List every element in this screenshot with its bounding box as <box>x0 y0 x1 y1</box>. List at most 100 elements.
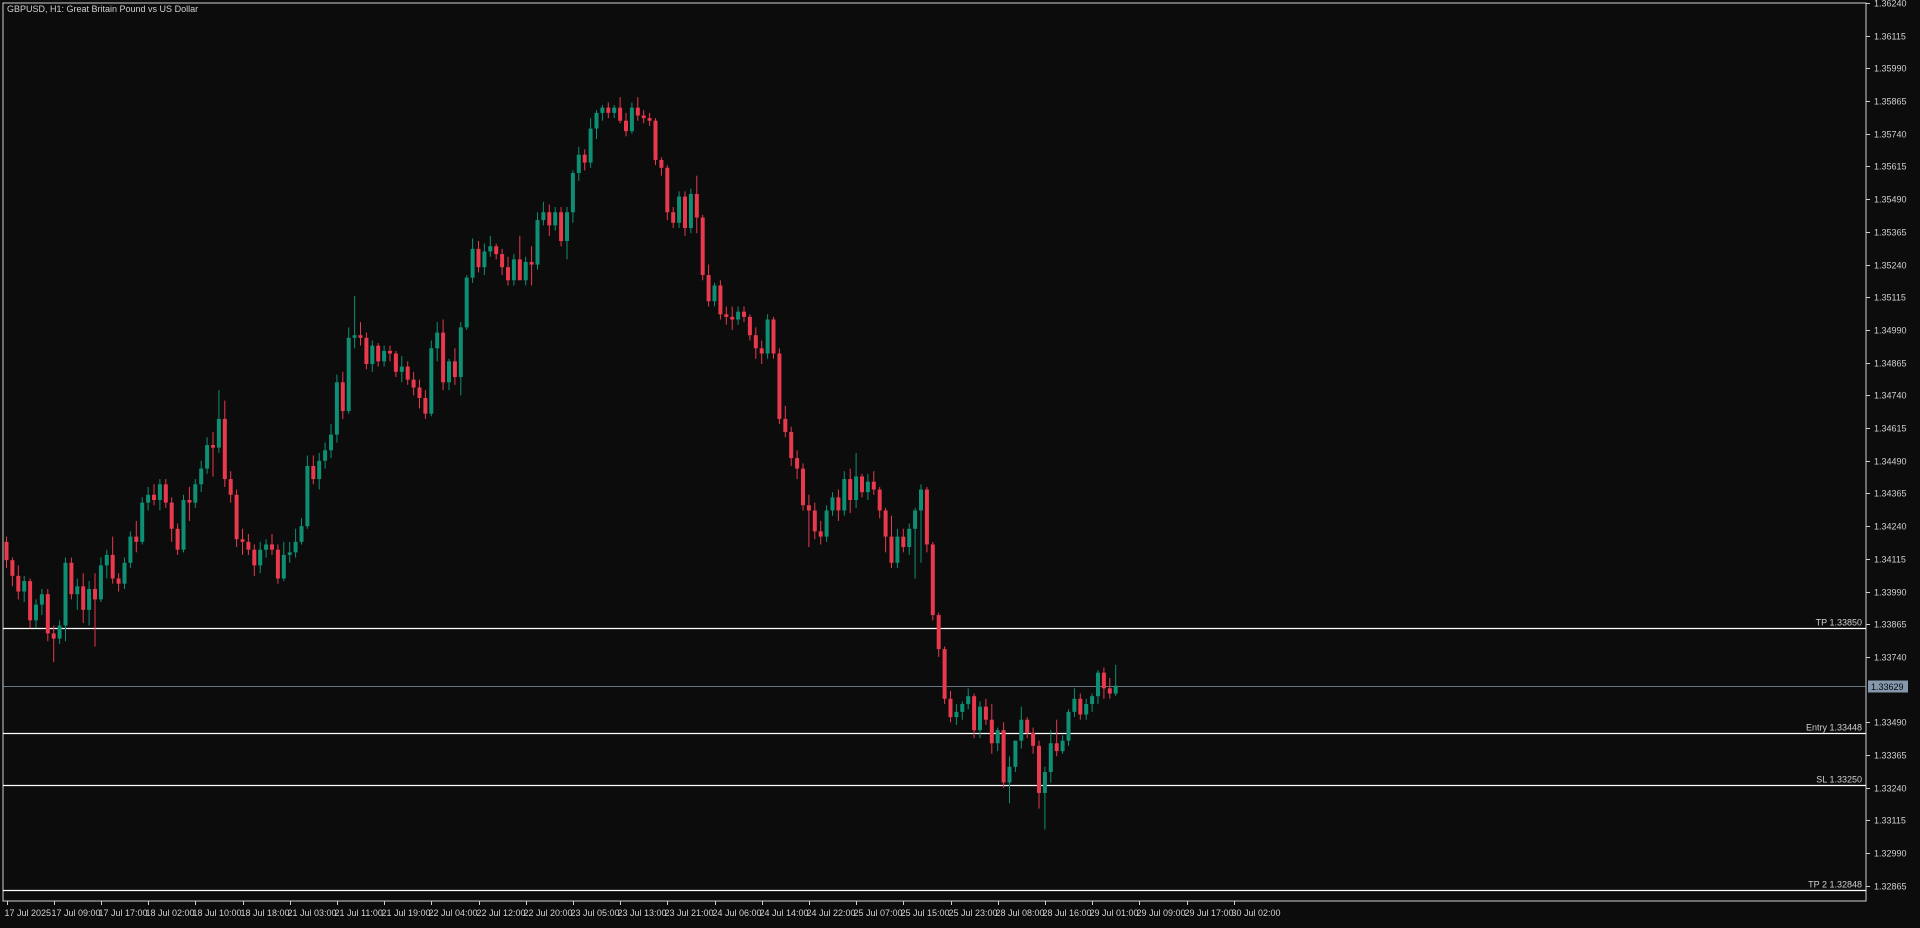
y-tick-label: 1.35490 <box>1874 195 1907 205</box>
plot-frame <box>2 2 1867 902</box>
candle-body <box>812 510 817 532</box>
candle-body <box>694 193 699 218</box>
candle-body <box>1007 766 1012 783</box>
candle-body <box>152 494 156 500</box>
y-tick-label: 1.34740 <box>1874 391 1907 401</box>
candle-body <box>523 261 528 281</box>
candle-body <box>1037 745 1041 793</box>
candle <box>81 573 86 623</box>
candle-body <box>45 594 50 634</box>
candle <box>441 319 446 391</box>
candle <box>93 573 97 647</box>
candle <box>712 282 717 307</box>
candle <box>146 486 151 511</box>
candle-body <box>653 120 658 160</box>
chart-window[interactable]: TP 1.33850 Entry 1.33448 SL 1.33250 TP 2 1.… <box>0 0 1920 923</box>
x-tick-label: 29 Jul 01:00 <box>1090 908 1139 918</box>
candle-body <box>989 719 994 744</box>
candle-body <box>747 316 752 336</box>
candle <box>87 581 92 626</box>
candle-body <box>163 484 168 503</box>
candle-body <box>169 502 174 529</box>
candle-body <box>765 319 770 354</box>
candle-body <box>281 554 286 579</box>
candle <box>582 149 587 171</box>
candle-body <box>311 465 316 480</box>
candle <box>16 565 21 600</box>
candle <box>199 460 204 493</box>
candle <box>936 612 941 657</box>
candle-body <box>730 316 735 320</box>
x-tick-label: 24 Jul 22:00 <box>807 908 856 918</box>
candle-body <box>500 254 505 268</box>
candle-body <box>264 544 269 550</box>
candle <box>28 578 33 629</box>
candle-body <box>983 706 988 720</box>
x-tick-label: 17 Jul 2025 <box>5 908 52 918</box>
candle <box>1013 740 1018 773</box>
candle-body <box>972 696 977 731</box>
candle <box>258 541 263 574</box>
candle <box>688 188 693 234</box>
candle <box>818 520 823 545</box>
candle <box>529 246 534 286</box>
x-tick-label: 23 Jul 21:00 <box>665 908 714 918</box>
candle <box>848 468 853 514</box>
candle-body <box>488 246 493 252</box>
candle <box>771 316 776 359</box>
candle <box>399 356 404 383</box>
candle <box>334 374 339 443</box>
level-label: TP 2 1.32848 <box>1808 880 1862 890</box>
candle-body <box>588 128 593 163</box>
candle <box>824 505 829 542</box>
candle <box>211 431 215 477</box>
candle-body <box>34 604 38 621</box>
candle-body <box>211 445 215 448</box>
candle-body <box>954 711 959 718</box>
candle <box>69 557 74 600</box>
price-chart[interactable]: TP 1.33850 Entry 1.33448 SL 1.33250 TP 2 1.… <box>0 0 1920 923</box>
candle-body <box>429 348 434 414</box>
candle <box>877 486 882 519</box>
candle <box>570 170 575 223</box>
candle <box>919 484 923 563</box>
candle-body <box>582 154 587 163</box>
candle-body <box>1096 672 1100 697</box>
candle <box>706 264 711 307</box>
candle-body <box>417 387 422 398</box>
candle <box>895 528 900 569</box>
candle <box>1048 730 1053 783</box>
candle <box>293 528 298 558</box>
candle <box>588 118 593 168</box>
candle <box>871 471 876 495</box>
candle <box>854 452 859 508</box>
candle-body <box>865 481 870 493</box>
candle-body <box>883 510 888 537</box>
candle <box>1007 756 1012 804</box>
candle-body <box>435 332 440 349</box>
candle-body <box>275 549 280 579</box>
candle-body <box>28 581 33 621</box>
candle-body <box>860 476 864 493</box>
candle <box>458 322 463 396</box>
candle <box>618 97 623 124</box>
candle-body <box>10 560 15 576</box>
candle-body <box>529 261 534 265</box>
candle <box>506 256 510 286</box>
candle <box>128 531 133 569</box>
candle-body <box>736 311 741 320</box>
candle-body <box>995 730 1000 744</box>
candle <box>122 557 127 589</box>
candle <box>812 502 817 540</box>
candle <box>234 489 239 548</box>
candle-body <box>98 565 103 600</box>
candle-body <box>978 706 982 731</box>
x-tick-label: 17 Jul 09:00 <box>52 908 101 918</box>
candle-body <box>104 554 109 566</box>
candle <box>1078 693 1083 720</box>
y-tick-label: 1.35740 <box>1874 130 1907 140</box>
candle <box>1031 727 1036 754</box>
x-tick-label: 17 Jul 17:00 <box>99 908 148 918</box>
y-tick-label: 1.33490 <box>1874 718 1907 728</box>
candle <box>488 235 493 257</box>
